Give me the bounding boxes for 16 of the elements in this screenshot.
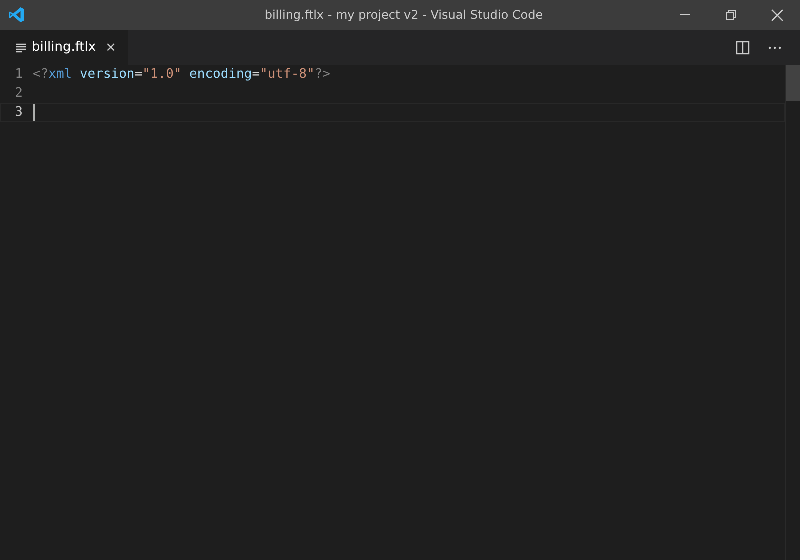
line-number: 1 [14, 67, 23, 82]
more-actions-icon[interactable] [768, 46, 782, 50]
scrollbar[interactable] [785, 65, 800, 560]
tab-close-button[interactable]: × [102, 39, 120, 56]
line-number: 2 [14, 86, 23, 101]
window-title: billing.ftlx - my project v2 - Visual Studio Code [264, 8, 544, 22]
tab-label: billing.ftlx [32, 40, 96, 55]
code-line: <?xml version="1.0" encoding="utf-8"?> [33, 67, 330, 82]
text-cursor [33, 104, 35, 121]
split-editor-icon[interactable] [736, 40, 750, 54]
app-logo-icon [8, 6, 26, 24]
file-lines-icon [16, 42, 26, 52]
close-icon [770, 8, 784, 22]
line-number: 3 [14, 105, 23, 120]
editor-tab[interactable]: billing.ftlx × [0, 30, 128, 65]
restore-icon [725, 9, 737, 21]
